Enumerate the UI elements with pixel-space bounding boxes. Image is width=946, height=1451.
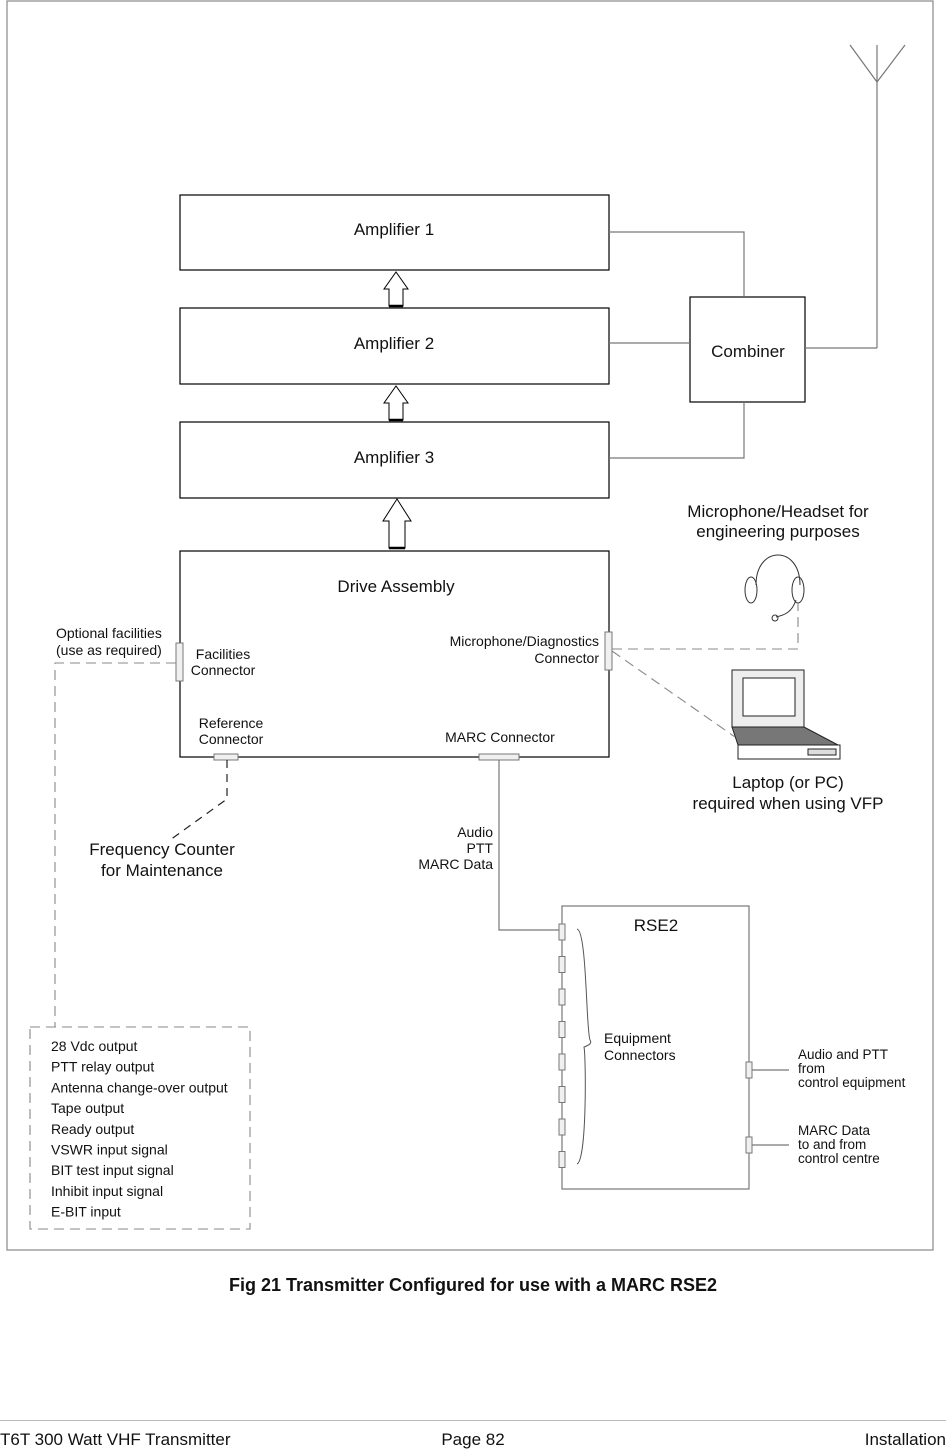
footer-divider xyxy=(0,1420,946,1421)
audio-ptt-label-2: from xyxy=(798,1061,825,1076)
rse2-equipment-connector xyxy=(558,988,566,1006)
facilities-connector-label-2: Connector xyxy=(191,662,256,678)
rse2-equipment-connector xyxy=(558,1053,566,1071)
arrow-up-icon xyxy=(383,385,409,422)
mic-diagnostics-connector xyxy=(604,631,613,671)
audio-ptt-label-1: Audio and PTT xyxy=(798,1047,888,1062)
marc-signal-ptt: PTT xyxy=(467,840,494,856)
headset-label-2: engineering purposes xyxy=(696,522,860,541)
marc-data-connector xyxy=(745,1136,753,1154)
facilities-list-item: VSWR input signal xyxy=(51,1142,168,1158)
laptop-label-2: required when using VFP xyxy=(693,794,884,813)
rse2-equipment-connector xyxy=(558,956,566,973)
facilities-list-item: Ready output xyxy=(51,1121,134,1137)
reference-connector-label-2: Connector xyxy=(199,731,264,747)
rse2-equipment-connector xyxy=(558,1086,566,1103)
audio-ptt-label-3: control equipment xyxy=(798,1075,906,1090)
headset-dashed-link xyxy=(612,603,799,650)
rse2-equipment-connector xyxy=(558,1118,566,1136)
marc-signal-data: MARC Data xyxy=(418,856,493,872)
marc-data-label-1: MARC Data xyxy=(798,1123,871,1138)
amplifier-1-label: Amplifier 1 xyxy=(354,220,434,239)
rse2-label: RSE2 xyxy=(634,916,678,935)
reference-connector-label-1: Reference xyxy=(199,715,264,731)
equipment-connectors-label-1: Equipment xyxy=(604,1030,671,1046)
arrow-up-icon xyxy=(382,498,412,550)
headset-label-1: Microphone/Headset for xyxy=(687,502,869,521)
arrow-up-icon xyxy=(383,271,409,308)
amplifier-3-label: Amplifier 3 xyxy=(354,448,434,467)
facilities-list-item: Tape output xyxy=(51,1100,124,1116)
footer-page-number: Page 82 xyxy=(441,1430,505,1449)
rse2-equipment-connector xyxy=(558,923,566,941)
marc-data-label-3: control centre xyxy=(798,1151,880,1166)
facilities-list: 28 Vdc output PTT relay output Antenna cha… xyxy=(51,1038,228,1220)
laptop-icon xyxy=(731,669,841,760)
marc-connector xyxy=(478,753,520,761)
frequency-counter-label-2: for Maintenance xyxy=(101,861,223,880)
facilities-list-item: BIT test input signal xyxy=(51,1162,174,1178)
mic-diagnostics-label-1: Microphone/Diagnostics xyxy=(450,633,599,649)
antenna-icon xyxy=(849,44,906,348)
rse2-equipment-connector xyxy=(558,1021,566,1038)
reference-connector xyxy=(213,753,239,761)
equipment-connectors-label-2: Connectors xyxy=(604,1047,676,1063)
amplifier-2-label: Amplifier 2 xyxy=(354,334,434,353)
optional-facilities-label-2: (use as required) xyxy=(56,642,162,658)
facilities-connector-label-1: Facilities xyxy=(196,646,250,662)
mic-diagnostics-label-2: Connector xyxy=(534,650,599,666)
frequency-counter-label-1: Frequency Counter xyxy=(89,840,235,859)
audio-ptt-connector xyxy=(745,1061,753,1079)
facilities-list-item: Antenna change-over output xyxy=(51,1079,228,1095)
combiner-label: Combiner xyxy=(711,342,785,361)
figure-caption: Fig 21 Transmitter Configured for use wi… xyxy=(228,1275,718,1295)
facilities-list-item: Inhibit input signal xyxy=(51,1183,163,1199)
optional-facilities-label-1: Optional facilities xyxy=(56,625,162,641)
drive-assembly-label: Drive Assembly xyxy=(337,577,455,596)
facilities-list-item: E-BIT input xyxy=(51,1204,121,1220)
facilities-list-item: 28 Vdc output xyxy=(51,1038,138,1054)
marc-connector-label: MARC Connector xyxy=(445,729,555,745)
amp1-to-combiner-wire xyxy=(609,231,745,297)
headset-icon xyxy=(744,554,805,622)
amp3-to-combiner-wire xyxy=(609,402,745,459)
footer-section: Installation xyxy=(864,1430,946,1449)
marc-link-wire xyxy=(498,760,560,931)
marc-signal-audio: Audio xyxy=(457,824,493,840)
frequency-counter-dashed-link xyxy=(169,760,228,841)
facilities-connector xyxy=(175,642,184,682)
rse2-equipment-connector xyxy=(558,1151,566,1168)
laptop-dashed-link xyxy=(611,650,736,738)
marc-data-label-2: to and from xyxy=(798,1137,866,1152)
facilities-list-item: PTT relay output xyxy=(51,1059,154,1075)
transmitter-diagram: Amplifier 1 Amplifier 2 Amplifier 3 Comb… xyxy=(6,0,934,1251)
laptop-label-1: Laptop (or PC) xyxy=(732,773,844,792)
